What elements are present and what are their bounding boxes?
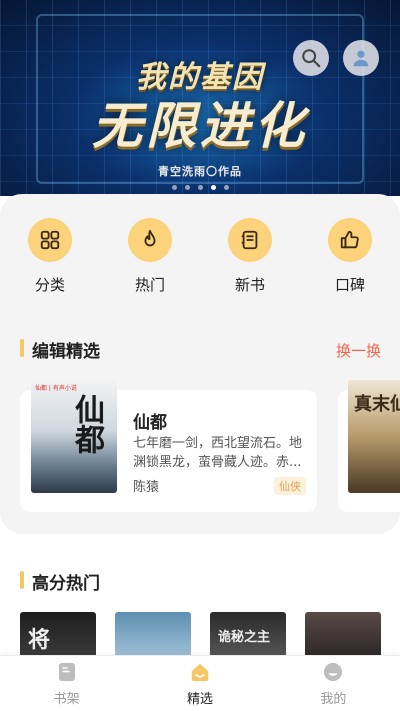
category-reputation[interactable]: 口碑 bbox=[300, 218, 400, 295]
cover-title: 诡秘之主 bbox=[218, 630, 271, 645]
carousel-dot bbox=[198, 185, 203, 190]
book-cover[interactable] bbox=[115, 612, 191, 656]
book-title[interactable]: 仙都 bbox=[133, 408, 167, 433]
search-button[interactable] bbox=[293, 40, 329, 76]
category-new-books[interactable]: 新书 bbox=[200, 218, 300, 295]
home-icon bbox=[190, 662, 210, 682]
carousel-dot-active bbox=[211, 185, 216, 190]
notebook-icon bbox=[228, 218, 272, 262]
category-shortcuts: 分类 热门 新书 口碑 bbox=[0, 218, 400, 295]
search-icon bbox=[302, 49, 321, 68]
carousel-indicator bbox=[172, 185, 229, 190]
book-cover[interactable] bbox=[305, 612, 381, 656]
bottom-tab-bar: 书架 精选 我的 bbox=[0, 655, 400, 711]
carousel-dot bbox=[185, 185, 190, 190]
tab-bookshelf[interactable]: 书架 bbox=[0, 656, 133, 711]
high-score-list: 将 诡秘之主 bbox=[20, 612, 381, 656]
section-accent-bar bbox=[20, 571, 24, 589]
profile-icon bbox=[323, 662, 343, 682]
category-label: 热门 bbox=[134, 276, 165, 294]
cover-title: 将 bbox=[28, 627, 51, 653]
editor-picks-title: 编辑精选 bbox=[32, 342, 100, 362]
tab-label: 书架 bbox=[53, 692, 80, 707]
thumbs-up-icon bbox=[328, 218, 372, 262]
tab-featured[interactable]: 精选 bbox=[133, 656, 266, 711]
tab-label: 精选 bbox=[186, 692, 213, 707]
section-accent-bar bbox=[20, 339, 24, 357]
bookshelf-icon bbox=[57, 662, 77, 682]
book-cover[interactable]: 诡秘之主 bbox=[210, 612, 286, 656]
tab-label: 我的 bbox=[320, 692, 347, 707]
user-button[interactable] bbox=[343, 40, 379, 76]
grid-icon bbox=[28, 218, 72, 262]
book-cover[interactable]: 将 bbox=[20, 612, 96, 656]
cover-title: 真末仙 bbox=[354, 394, 400, 415]
banner-title-line2: 无限进化 bbox=[92, 96, 308, 155]
tab-profile[interactable]: 我的 bbox=[267, 656, 400, 711]
genre-tag: 仙侠 bbox=[274, 477, 306, 495]
book-author: 陈猿 bbox=[133, 480, 160, 495]
cover-brand: 仙都 | 有声小说 bbox=[35, 385, 77, 392]
category-classify[interactable]: 分类 bbox=[0, 218, 100, 295]
book-cover-next[interactable]: 真末仙 bbox=[348, 380, 400, 493]
fire-icon bbox=[128, 218, 172, 262]
book-cover[interactable]: 仙都 | 有声小说 仙都 bbox=[31, 380, 117, 493]
hero-banner[interactable]: 我的基因 无限进化 青空洗雨〇作品 bbox=[0, 0, 400, 196]
user-icon bbox=[353, 50, 369, 67]
book-description: 七年磨一剑，西北望流石。地渊锁黑龙，蛮骨藏人迹。赤... bbox=[133, 436, 303, 470]
swap-button[interactable]: 换一换 bbox=[336, 340, 381, 361]
high-score-title: 高分热门 bbox=[32, 574, 100, 594]
category-hot[interactable]: 热门 bbox=[100, 218, 200, 295]
category-label: 新书 bbox=[234, 276, 265, 294]
carousel-dot bbox=[172, 185, 177, 190]
banner-author: 青空洗雨〇作品 bbox=[158, 165, 242, 178]
cover-title: 仙都 bbox=[69, 394, 104, 454]
carousel-dot bbox=[224, 185, 229, 190]
category-label: 分类 bbox=[34, 276, 65, 294]
category-label: 口碑 bbox=[334, 276, 365, 294]
